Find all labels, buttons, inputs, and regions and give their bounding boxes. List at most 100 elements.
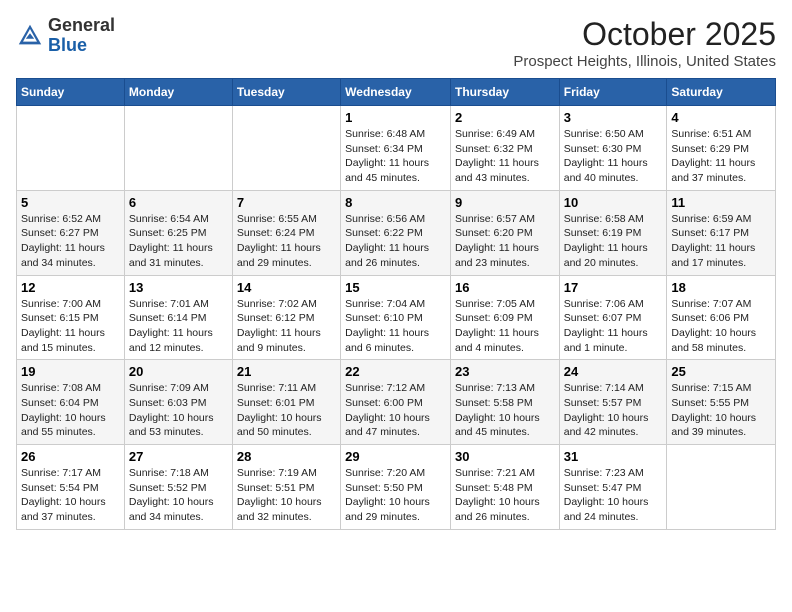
- day-info: Sunrise: 7:17 AMSunset: 5:54 PMDaylight:…: [21, 466, 120, 525]
- calendar-cell: 31 Sunrise: 7:23 AMSunset: 5:47 PMDayligh…: [559, 445, 667, 530]
- day-info: Sunrise: 7:02 AMSunset: 6:12 PMDaylight:…: [237, 297, 336, 356]
- col-sunday: Sunday: [17, 79, 125, 106]
- calendar-cell: 21 Sunrise: 7:11 AMSunset: 6:01 PMDayligh…: [232, 360, 340, 445]
- day-info: Sunrise: 7:21 AMSunset: 5:48 PMDaylight:…: [455, 466, 555, 525]
- calendar-cell: 13 Sunrise: 7:01 AMSunset: 6:14 PMDayligh…: [124, 275, 232, 360]
- col-wednesday: Wednesday: [341, 79, 451, 106]
- day-info: Sunrise: 7:01 AMSunset: 6:14 PMDaylight:…: [129, 297, 228, 356]
- calendar-cell: 11 Sunrise: 6:59 AMSunset: 6:17 PMDayligh…: [667, 190, 776, 275]
- calendar-cell: 28 Sunrise: 7:19 AMSunset: 5:51 PMDayligh…: [232, 445, 340, 530]
- calendar-cell: 6 Sunrise: 6:54 AMSunset: 6:25 PMDaylight…: [124, 190, 232, 275]
- calendar-cell: 9 Sunrise: 6:57 AMSunset: 6:20 PMDaylight…: [450, 190, 559, 275]
- day-number: 19: [21, 364, 120, 379]
- page-header: General Blue October 2025 Prospect Heigh…: [16, 16, 776, 70]
- calendar-cell: 19 Sunrise: 7:08 AMSunset: 6:04 PMDayligh…: [17, 360, 125, 445]
- day-number: 18: [671, 280, 771, 295]
- day-info: Sunrise: 7:00 AMSunset: 6:15 PMDaylight:…: [21, 297, 120, 356]
- calendar-cell: 1Sunrise: 6:48 AMSunset: 6:34 PMDaylight…: [341, 106, 451, 191]
- day-info: Sunrise: 7:20 AMSunset: 5:50 PMDaylight:…: [345, 466, 446, 525]
- calendar-cell: [124, 106, 232, 191]
- day-number: 11: [671, 195, 771, 210]
- day-info: Sunrise: 7:04 AMSunset: 6:10 PMDaylight:…: [345, 297, 446, 356]
- calendar-table: Sunday Monday Tuesday Wednesday Thursday…: [16, 78, 776, 530]
- day-info: Sunrise: 7:11 AMSunset: 6:01 PMDaylight:…: [237, 381, 336, 440]
- day-number: 24: [564, 364, 663, 379]
- day-number: 25: [671, 364, 771, 379]
- day-info: Sunrise: 7:08 AMSunset: 6:04 PMDaylight:…: [21, 381, 120, 440]
- calendar-cell: 22Sunrise: 7:12 AMSunset: 6:00 PMDayligh…: [341, 360, 451, 445]
- day-info: Sunrise: 6:50 AMSunset: 6:30 PMDaylight:…: [564, 127, 663, 186]
- day-number: 9: [455, 195, 555, 210]
- calendar-cell: 25 Sunrise: 7:15 AMSunset: 5:55 PMDayligh…: [667, 360, 776, 445]
- day-info: Sunrise: 7:15 AMSunset: 5:55 PMDaylight:…: [671, 381, 771, 440]
- day-number: 27: [129, 449, 228, 464]
- day-number: 17: [564, 280, 663, 295]
- day-info: Sunrise: 6:49 AMSunset: 6:32 PMDaylight:…: [455, 127, 555, 186]
- calendar-cell: 12 Sunrise: 7:00 AMSunset: 6:15 PMDayligh…: [17, 275, 125, 360]
- day-info: Sunrise: 6:54 AMSunset: 6:25 PMDaylight:…: [129, 212, 228, 271]
- calendar-week-5: 26 Sunrise: 7:17 AMSunset: 5:54 PMDayligh…: [17, 445, 776, 530]
- day-number: 16: [455, 280, 555, 295]
- day-number: 31: [564, 449, 663, 464]
- calendar-week-3: 12 Sunrise: 7:00 AMSunset: 6:15 PMDayligh…: [17, 275, 776, 360]
- calendar-cell: 5 Sunrise: 6:52 AMSunset: 6:27 PMDaylight…: [17, 190, 125, 275]
- day-number: 14: [237, 280, 336, 295]
- calendar-cell: 2Sunrise: 6:49 AMSunset: 6:32 PMDaylight…: [450, 106, 559, 191]
- col-saturday: Saturday: [667, 79, 776, 106]
- day-number: 12: [21, 280, 120, 295]
- day-info: Sunrise: 6:59 AMSunset: 6:17 PMDaylight:…: [671, 212, 771, 271]
- day-number: 26: [21, 449, 120, 464]
- month-title: October 2025: [513, 16, 776, 53]
- calendar-week-2: 5 Sunrise: 6:52 AMSunset: 6:27 PMDaylight…: [17, 190, 776, 275]
- calendar-cell: 10Sunrise: 6:58 AMSunset: 6:19 PMDayligh…: [559, 190, 667, 275]
- day-info: Sunrise: 7:07 AMSunset: 6:06 PMDaylight:…: [671, 297, 771, 356]
- day-number: 8: [345, 195, 446, 210]
- col-thursday: Thursday: [450, 79, 559, 106]
- location: Prospect Heights, Illinois, United State…: [513, 53, 776, 70]
- day-number: 10: [564, 195, 663, 210]
- col-monday: Monday: [124, 79, 232, 106]
- day-info: Sunrise: 6:52 AMSunset: 6:27 PMDaylight:…: [21, 212, 120, 271]
- calendar-cell: 30 Sunrise: 7:21 AMSunset: 5:48 PMDayligh…: [450, 445, 559, 530]
- calendar-cell: 3 Sunrise: 6:50 AMSunset: 6:30 PMDaylight…: [559, 106, 667, 191]
- day-number: 6: [129, 195, 228, 210]
- calendar-cell: 8Sunrise: 6:56 AMSunset: 6:22 PMDaylight…: [341, 190, 451, 275]
- calendar-week-1: 1Sunrise: 6:48 AMSunset: 6:34 PMDaylight…: [17, 106, 776, 191]
- calendar-cell: 29 Sunrise: 7:20 AMSunset: 5:50 PMDayligh…: [341, 445, 451, 530]
- day-info: Sunrise: 7:18 AMSunset: 5:52 PMDaylight:…: [129, 466, 228, 525]
- calendar-cell: [17, 106, 125, 191]
- calendar-cell: 4 Sunrise: 6:51 AMSunset: 6:29 PMDaylight…: [667, 106, 776, 191]
- title-block: October 2025 Prospect Heights, Illinois,…: [513, 16, 776, 70]
- logo-blue: Blue: [48, 36, 115, 56]
- day-number: 21: [237, 364, 336, 379]
- day-number: 29: [345, 449, 446, 464]
- day-info: Sunrise: 7:06 AMSunset: 6:07 PMDaylight:…: [564, 297, 663, 356]
- calendar-header: Sunday Monday Tuesday Wednesday Thursday…: [17, 79, 776, 106]
- day-info: Sunrise: 7:19 AMSunset: 5:51 PMDaylight:…: [237, 466, 336, 525]
- calendar-cell: 14 Sunrise: 7:02 AMSunset: 6:12 PMDayligh…: [232, 275, 340, 360]
- calendar-cell: 17 Sunrise: 7:06 AMSunset: 6:07 PMDayligh…: [559, 275, 667, 360]
- logo-icon: [16, 22, 44, 50]
- calendar-cell: 23Sunrise: 7:13 AMSunset: 5:58 PMDayligh…: [450, 360, 559, 445]
- day-info: Sunrise: 6:51 AMSunset: 6:29 PMDaylight:…: [671, 127, 771, 186]
- day-info: Sunrise: 6:48 AMSunset: 6:34 PMDaylight:…: [345, 127, 446, 186]
- day-number: 5: [21, 195, 120, 210]
- day-number: 28: [237, 449, 336, 464]
- calendar-cell: 27 Sunrise: 7:18 AMSunset: 5:52 PMDayligh…: [124, 445, 232, 530]
- day-number: 22: [345, 364, 446, 379]
- day-info: Sunrise: 7:09 AMSunset: 6:03 PMDaylight:…: [129, 381, 228, 440]
- calendar-cell: 18 Sunrise: 7:07 AMSunset: 6:06 PMDayligh…: [667, 275, 776, 360]
- calendar-cell: 15Sunrise: 7:04 AMSunset: 6:10 PMDayligh…: [341, 275, 451, 360]
- day-number: 4: [671, 110, 771, 125]
- day-number: 3: [564, 110, 663, 125]
- day-info: Sunrise: 6:55 AMSunset: 6:24 PMDaylight:…: [237, 212, 336, 271]
- day-number: 13: [129, 280, 228, 295]
- day-number: 7: [237, 195, 336, 210]
- calendar-cell: 24Sunrise: 7:14 AMSunset: 5:57 PMDayligh…: [559, 360, 667, 445]
- logo-general: General: [48, 16, 115, 36]
- header-row: Sunday Monday Tuesday Wednesday Thursday…: [17, 79, 776, 106]
- day-number: 30: [455, 449, 555, 464]
- day-info: Sunrise: 6:57 AMSunset: 6:20 PMDaylight:…: [455, 212, 555, 271]
- day-info: Sunrise: 7:23 AMSunset: 5:47 PMDaylight:…: [564, 466, 663, 525]
- calendar-cell: [232, 106, 340, 191]
